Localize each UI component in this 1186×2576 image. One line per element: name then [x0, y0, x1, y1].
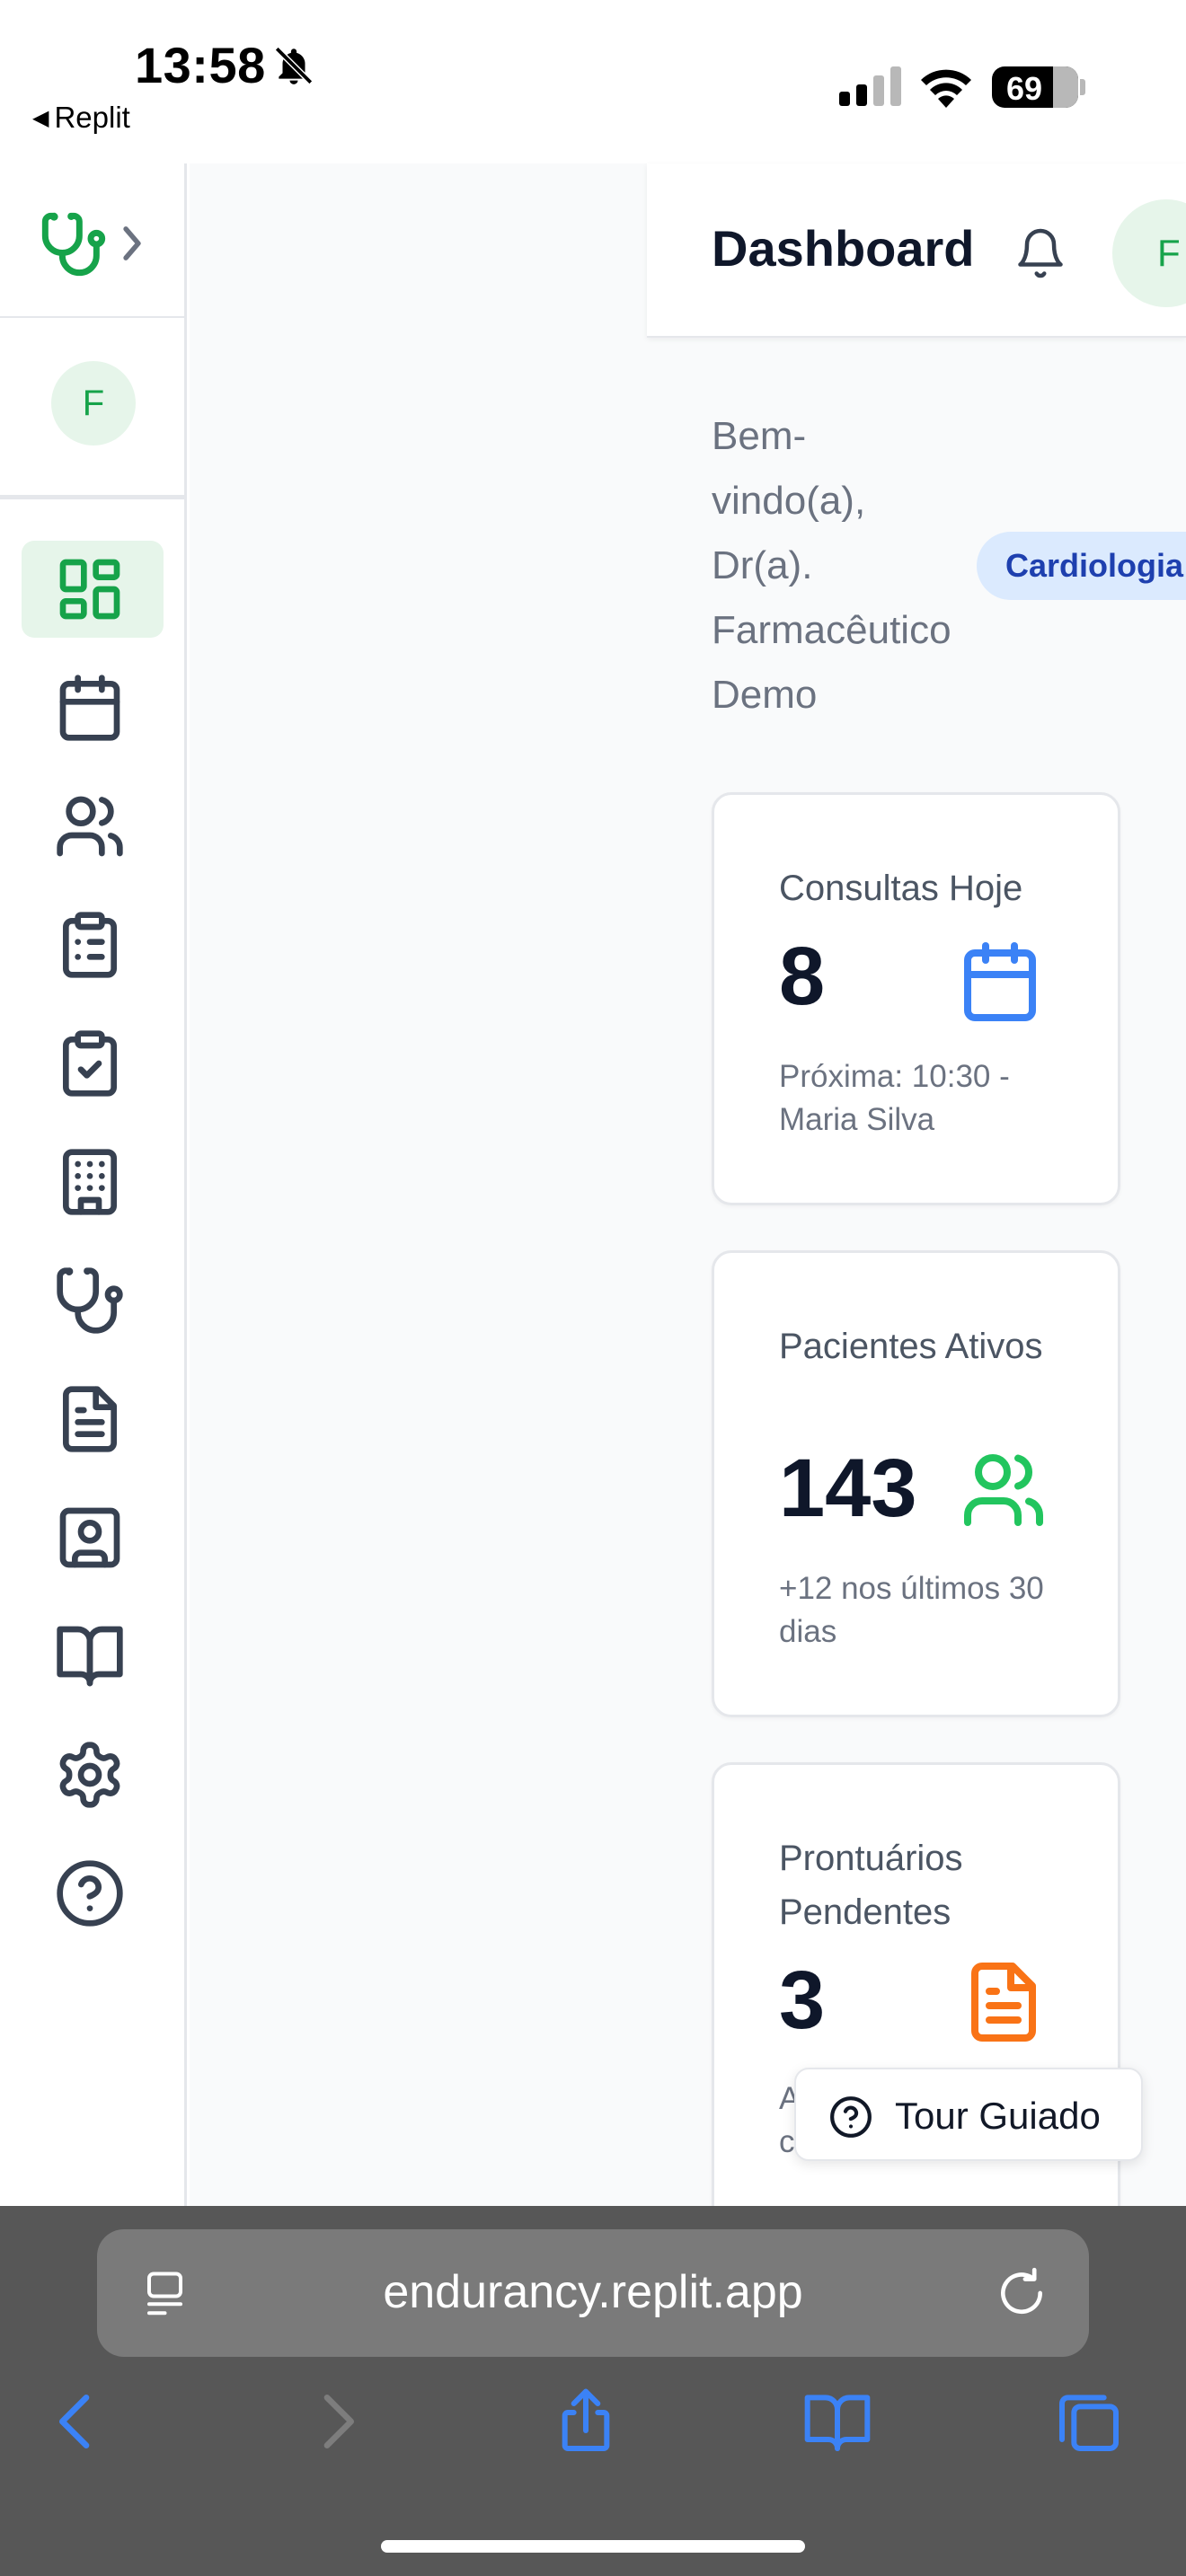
sidebar-item-configuracoes[interactable]: [22, 1726, 164, 1823]
stat-card-consultas-hoje[interactable]: Consultas Hoje 8 Próxima: 10:30 - Maria …: [712, 792, 1120, 1205]
welcome-line: Bem-: [712, 414, 807, 458]
welcome-line: Dr(a).: [712, 543, 813, 587]
card-value: 8: [779, 931, 826, 1022]
user-avatar[interactable]: F: [1112, 199, 1186, 307]
url-text: endurancy.replit.app: [383, 2266, 803, 2318]
specialty-badge: Cardiologia: [977, 532, 1186, 600]
back-triangle-icon: ◀: [32, 106, 49, 130]
cellular-signal-icon: [839, 66, 901, 106]
card-title: Pacientes Ativos: [779, 1327, 1043, 1366]
sidebar-item-biblioteca[interactable]: [22, 1608, 164, 1705]
wifi-icon: [921, 69, 971, 108]
stethoscope-logo-icon[interactable]: [40, 210, 108, 278]
tour-guide-button[interactable]: Tour Guiado: [794, 2068, 1143, 2161]
top-header: Dashboard F: [647, 163, 1186, 338]
sidebar-item-ajuda[interactable]: [22, 1845, 164, 1942]
card-title: Consultas Hoje: [779, 869, 1023, 908]
battery-level: 69: [1006, 70, 1043, 107]
bookmarks-icon[interactable]: [801, 2386, 873, 2457]
avatar[interactable]: F: [51, 361, 136, 446]
sidebar-item-dashboard[interactable]: [22, 541, 164, 638]
sidebar-item-prontuarios[interactable]: [22, 896, 164, 993]
building-icon: [63, 1149, 117, 1215]
status-bar: 13:58 ◀ Replit 69: [0, 0, 1186, 162]
book-open-icon: [57, 1626, 123, 1687]
back-to-app-link[interactable]: ◀ Replit: [32, 101, 130, 135]
welcome-line: Farmacêutico: [712, 608, 951, 652]
notifications-bell-icon[interactable]: [1013, 226, 1067, 280]
browser-toolbar: endurancy.replit.app: [0, 2206, 1186, 2576]
sidebar-header: [0, 163, 184, 318]
welcome-message: Bem- vindo(a), Dr(a). Farmacêutico Demo: [712, 404, 990, 728]
sidebar: F: [0, 163, 187, 2206]
clipboard-list-icon: [63, 912, 117, 978]
sidebar-item-tarefas[interactable]: [22, 1015, 164, 1112]
home-indicator[interactable]: [381, 2540, 805, 2553]
page-title: Dashboard: [712, 220, 975, 277]
tabs-icon[interactable]: [1053, 2386, 1125, 2457]
back-app-label: Replit: [54, 101, 130, 134]
reload-icon[interactable]: [994, 2265, 1049, 2321]
welcome-line: Demo: [712, 673, 818, 717]
stat-card-prontuarios-pendentes[interactable]: Prontuários Pendentes 3 A c: [712, 1762, 1120, 2265]
users-icon: [57, 796, 123, 857]
file-text-icon: [971, 1963, 1036, 2042]
help-circle-icon: [830, 2096, 872, 2138]
sidebar-item-consultas[interactable]: [22, 1252, 164, 1349]
sidebar-item-documentos[interactable]: [22, 1371, 164, 1468]
card-value: 143: [779, 1442, 917, 1534]
sidebar-item-pacientes[interactable]: [22, 778, 164, 875]
clock: 13:58: [135, 37, 266, 93]
card-subtext: Próxima: 10:30 - Maria Silva: [779, 1059, 1010, 1137]
calendar-icon: [964, 942, 1036, 1021]
card-subtext: +12 nos últimos 30 dias: [779, 1571, 1044, 1649]
welcome-line: vindo(a),: [712, 479, 866, 523]
tour-guide-label: Tour Guiado: [895, 2095, 1101, 2137]
stethoscope-icon: [57, 1267, 123, 1334]
settings-icon: [59, 1742, 120, 1808]
address-bar[interactable]: endurancy.replit.app: [97, 2229, 1089, 2357]
back-arrow-icon[interactable]: [41, 2386, 113, 2457]
expand-sidebar-chevron-icon[interactable]: [117, 223, 147, 264]
card-value: 3: [779, 1954, 826, 2046]
sidebar-user: F: [0, 320, 184, 499]
bell-slash-icon: [274, 46, 314, 85]
share-icon[interactable]: [550, 2386, 622, 2457]
sidebar-item-clinicas[interactable]: [22, 1134, 164, 1231]
sidebar-item-contatos[interactable]: [22, 1489, 164, 1586]
clipboard-check-icon: [63, 1030, 117, 1097]
stat-card-pacientes-ativos[interactable]: Pacientes Ativos 143 +12 nos últimos 30 …: [712, 1250, 1120, 1717]
contact-icon: [59, 1507, 120, 1568]
card-title: Prontuários Pendentes: [779, 1839, 963, 1932]
users-icon: [964, 1454, 1043, 1526]
layout-dashboard-icon: [59, 559, 120, 620]
battery-icon: 69: [992, 66, 1078, 108]
help-circle-icon: [57, 1860, 123, 1927]
forward-arrow-icon[interactable]: [300, 2386, 372, 2457]
sidebar-item-agenda[interactable]: [22, 659, 164, 756]
calendar-icon: [59, 675, 120, 741]
file-text-icon: [63, 1386, 117, 1452]
